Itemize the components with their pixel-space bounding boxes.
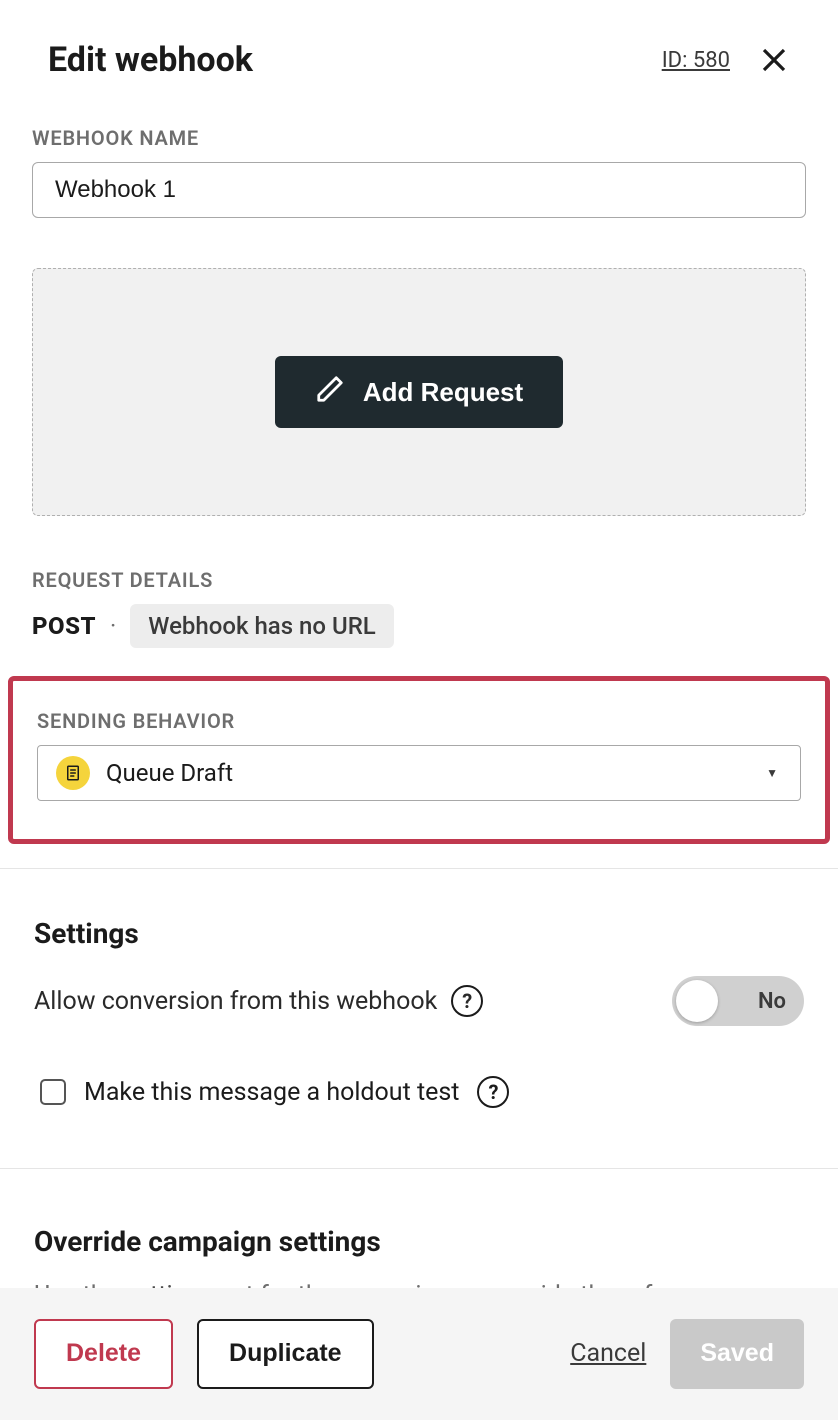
- http-method: POST: [32, 612, 96, 640]
- sending-behavior-highlight: SENDING BEHAVIOR Queue Draft ▼: [8, 676, 830, 844]
- sending-behavior-label: SENDING BEHAVIOR: [37, 709, 801, 733]
- settings-heading: Settings: [34, 917, 804, 950]
- sending-behavior-value: Queue Draft: [106, 759, 233, 787]
- override-heading: Override campaign settings: [34, 1225, 804, 1258]
- toggle-knob: [676, 980, 718, 1022]
- allow-conversion-label: Allow conversion from this webhook: [34, 987, 437, 1016]
- help-icon[interactable]: ?: [477, 1076, 509, 1108]
- toggle-label: No: [758, 989, 786, 1014]
- chevron-down-icon: ▼: [766, 766, 778, 780]
- webhook-id-link[interactable]: ID: 580: [662, 48, 730, 73]
- add-request-label: Add Request: [363, 377, 523, 408]
- sending-behavior-select[interactable]: Queue Draft ▼: [37, 745, 801, 801]
- settings-link[interactable]: settings: [124, 1281, 213, 1288]
- duplicate-button[interactable]: Duplicate: [197, 1319, 374, 1389]
- request-details-label: REQUEST DETAILS: [32, 568, 806, 592]
- help-icon[interactable]: ?: [451, 985, 483, 1017]
- modal-header: Edit webhook ID: 580: [0, 0, 838, 90]
- holdout-checkbox[interactable]: [40, 1079, 66, 1105]
- add-request-dropzone: Add Request: [32, 268, 806, 516]
- allow-conversion-toggle[interactable]: No: [672, 976, 804, 1026]
- cancel-button[interactable]: Cancel: [570, 1339, 646, 1368]
- close-icon[interactable]: [758, 44, 790, 76]
- webhook-name-input[interactable]: [32, 162, 806, 218]
- webhook-name-label: WEBHOOK NAME: [32, 126, 806, 150]
- draft-status-icon: [56, 756, 90, 790]
- add-request-button[interactable]: Add Request: [275, 356, 563, 428]
- page-title: Edit webhook: [48, 40, 253, 80]
- override-description: Use the settings set for the campaign or…: [34, 1278, 804, 1288]
- delete-button[interactable]: Delete: [34, 1319, 173, 1389]
- pencil-icon: [315, 374, 345, 411]
- url-status-tag: Webhook has no URL: [130, 604, 393, 648]
- holdout-label: Make this message a holdout test: [84, 1078, 459, 1107]
- footer-bar: Delete Duplicate Cancel Saved: [0, 1288, 838, 1420]
- saved-button[interactable]: Saved: [670, 1319, 804, 1389]
- separator-dot: ·: [110, 612, 116, 640]
